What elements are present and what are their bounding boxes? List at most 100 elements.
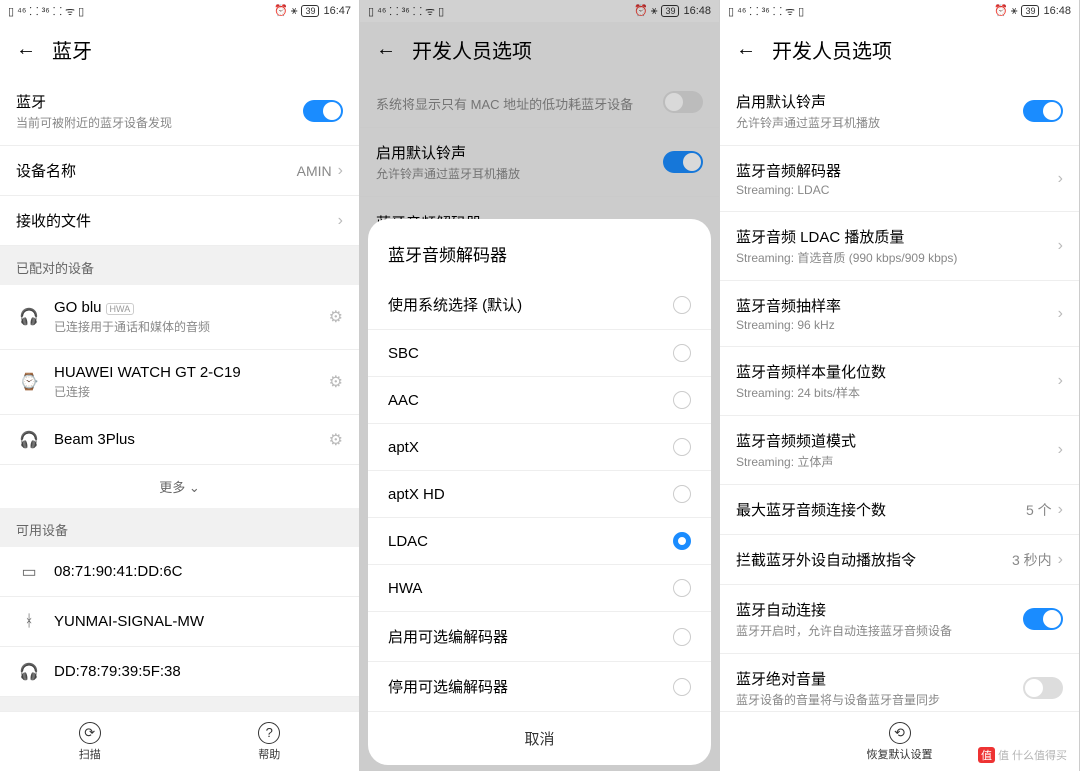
codec-option-ldac[interactable]: LDAC xyxy=(368,518,711,565)
radio-icon xyxy=(673,391,691,409)
back-icon[interactable]: ← xyxy=(736,38,756,61)
opt-label: 停用可选编解码器 xyxy=(388,676,673,697)
row-bluetooth-toggle[interactable]: 蓝牙 当前可被附近的蓝牙设备发现 xyxy=(0,77,359,146)
page-title: 蓝牙 xyxy=(52,35,92,64)
ringtone-toggle[interactable] xyxy=(1023,100,1063,122)
chevron-right-icon: › xyxy=(1058,501,1063,519)
avail-device-1[interactable]: ▭ 08:71:90:41:DD:6C xyxy=(0,547,359,597)
page-header: ← 开发人员选项 xyxy=(720,22,1079,77)
status-left: ▯ ⁴⁶ ⸬ ³⁶ ⸬ ᯤ ▯ xyxy=(368,4,444,19)
row-received-files[interactable]: 接收的文件 › xyxy=(0,196,359,246)
codec-option-aptx[interactable]: aptX xyxy=(368,424,711,471)
chevron-right-icon: › xyxy=(1058,441,1063,459)
laptop-icon: ▭ xyxy=(16,562,42,582)
codec-option-sbc[interactable]: SBC xyxy=(368,330,711,377)
status-right: ⏰ ⚹ 39 16:48 xyxy=(634,4,711,18)
row-device-name[interactable]: 设备名称 AMIN › xyxy=(0,146,359,196)
back-icon[interactable]: ← xyxy=(376,38,396,61)
row-title: 启用默认铃声 xyxy=(376,142,663,163)
avail-device-3[interactable]: 🎧 DD:78:79:39:5F:38 xyxy=(0,647,359,697)
scan-icon: ⟳ xyxy=(79,722,101,744)
device-name: DD:78:79:39:5F:38 xyxy=(54,663,343,680)
row-title: 拦截蓝牙外设自动播放指令 xyxy=(736,549,1012,570)
row-sub: Streaming: LDAC xyxy=(736,183,1058,197)
paired-device-watch[interactable]: ⌚ HUAWEI WATCH GT 2-C19 已连接 ⚙ xyxy=(0,350,359,415)
codec-option-enable[interactable]: 启用可选编解码器 xyxy=(368,612,711,662)
reset-label: 恢复默认设置 xyxy=(867,746,933,762)
paired-device-goblu[interactable]: 🎧 GO bluHWA 已连接用于通话和媒体的音频 ⚙ xyxy=(0,285,359,350)
row-default-ring[interactable]: 启用默认铃声 允许铃声通过蓝牙耳机播放 xyxy=(360,128,719,197)
cancel-button[interactable]: 取消 xyxy=(368,712,711,765)
device-name-value: AMIN xyxy=(297,163,332,179)
gear-icon[interactable]: ⚙ xyxy=(329,372,343,392)
row-mac-display[interactable]: 系统将显示只有 MAC 地址的低功耗蓝牙设备 xyxy=(360,77,719,128)
row-bit-depth[interactable]: 蓝牙音频样本量化位数 Streaming: 24 bits/样本 › xyxy=(720,347,1079,416)
opt-label: LDAC xyxy=(388,533,673,550)
radio-selected-icon xyxy=(673,532,691,550)
radio-icon xyxy=(673,678,691,696)
help-label: 帮助 xyxy=(258,746,280,762)
watch-icon: ⌚ xyxy=(16,372,42,392)
row-block-autoplay[interactable]: 拦截蓝牙外设自动播放指令 3 秒内 › xyxy=(720,535,1079,585)
mac-toggle[interactable] xyxy=(663,91,703,113)
help-button[interactable]: ? 帮助 xyxy=(258,722,280,762)
hwa-tag: HWA xyxy=(106,303,135,315)
row-channel-mode[interactable]: 蓝牙音频频道模式 Streaming: 立体声 › xyxy=(720,416,1079,485)
ringtone-toggle[interactable] xyxy=(663,151,703,173)
bluetooth-toggle[interactable] xyxy=(303,100,343,122)
chevron-right-icon: › xyxy=(338,212,343,230)
row-title: 最大蓝牙音频连接个数 xyxy=(736,499,1026,520)
more-button[interactable]: 更多 ⌄ xyxy=(0,465,359,508)
opt-label: AAC xyxy=(388,392,673,409)
back-icon[interactable]: ← xyxy=(16,38,36,61)
row-max-connections[interactable]: 最大蓝牙音频连接个数 5 个 › xyxy=(720,485,1079,535)
status-bar: ▯ ⁴⁶ ⸬ ³⁶ ⸬ ᯤ ▯ ⏰ ⚹ 39 16:48 xyxy=(360,0,719,22)
row-sub: Streaming: 立体声 xyxy=(736,453,1058,470)
row-sub: 蓝牙设备的音量将与设备蓝牙音量同步 xyxy=(736,691,1023,708)
available-header: 可用设备 xyxy=(0,508,359,547)
opt-label: aptX xyxy=(388,439,673,456)
autoconnect-toggle[interactable] xyxy=(1023,608,1063,630)
chevron-right-icon: › xyxy=(1058,551,1063,569)
bluetooth-icon: ᚼ xyxy=(16,613,42,631)
row-default-ring[interactable]: 启用默认铃声 允许铃声通过蓝牙耳机播放 xyxy=(720,77,1079,146)
row-auto-connect[interactable]: 蓝牙自动连接 蓝牙开启时，允许自动连接蓝牙音频设备 xyxy=(720,585,1079,654)
page-header: ← 开发人员选项 xyxy=(360,22,719,77)
radio-icon xyxy=(673,296,691,314)
absvolume-toggle[interactable] xyxy=(1023,677,1063,699)
device-name: Beam 3Plus xyxy=(54,431,329,448)
codec-option-aptxhd[interactable]: aptX HD xyxy=(368,471,711,518)
scan-button[interactable]: ⟳ 扫描 xyxy=(79,722,101,762)
opt-label: 使用系统选择 (默认) xyxy=(388,294,673,315)
paired-device-beam[interactable]: 🎧 Beam 3Plus ⚙ xyxy=(0,415,359,465)
bt-sub: 当前可被附近的蓝牙设备发现 xyxy=(16,114,303,131)
files-label: 接收的文件 xyxy=(16,210,338,231)
battery-icon: 39 xyxy=(301,5,319,17)
battery-icon: 39 xyxy=(661,5,679,17)
status-time: 16:47 xyxy=(323,5,351,17)
screen-developer-dialog: ▯ ⁴⁶ ⸬ ³⁶ ⸬ ᯤ ▯ ⏰ ⚹ 39 16:48 ← 开发人员选项 系统… xyxy=(360,0,720,771)
battery-icon: 39 xyxy=(1021,5,1039,17)
codec-option-hwa[interactable]: HWA xyxy=(368,565,711,612)
headphones-icon: 🎧 xyxy=(16,307,42,327)
avail-device-2[interactable]: ᚼ YUNMAI-SIGNAL-MW xyxy=(0,597,359,647)
row-ldac-quality[interactable]: 蓝牙音频 LDAC 播放质量 Streaming: 首选音质 (990 kbps… xyxy=(720,212,1079,281)
row-codec[interactable]: 蓝牙音频解码器 Streaming: LDAC › xyxy=(720,146,1079,212)
codec-option-aac[interactable]: AAC xyxy=(368,377,711,424)
status-time: 16:48 xyxy=(1043,5,1071,17)
screen-developer-options: ▯ ⁴⁶ ⸬ ³⁶ ⸬ ᯤ ▯ ⏰ ⚹ 39 16:48 ← 开发人员选项 启用… xyxy=(720,0,1080,771)
codec-option-default[interactable]: 使用系统选择 (默认) xyxy=(368,280,711,330)
device-name: GO bluHWA xyxy=(54,299,329,316)
paired-header: 已配对的设备 xyxy=(0,246,359,285)
gear-icon[interactable]: ⚙ xyxy=(329,430,343,450)
codec-option-disable[interactable]: 停用可选编解码器 xyxy=(368,662,711,712)
reset-button[interactable]: ⟲ 恢复默认设置 xyxy=(867,722,933,762)
row-sub: Streaming: 96 kHz xyxy=(736,318,1058,332)
radio-icon xyxy=(673,485,691,503)
radio-icon xyxy=(673,344,691,362)
watermark: 值 值 什么值得买 xyxy=(972,745,1073,765)
gear-icon[interactable]: ⚙ xyxy=(329,307,343,327)
row-sample-rate[interactable]: 蓝牙音频抽样率 Streaming: 96 kHz › xyxy=(720,281,1079,347)
bottom-bar: ⟳ 扫描 ? 帮助 xyxy=(0,711,359,771)
row-title: 蓝牙音频样本量化位数 xyxy=(736,361,1058,382)
